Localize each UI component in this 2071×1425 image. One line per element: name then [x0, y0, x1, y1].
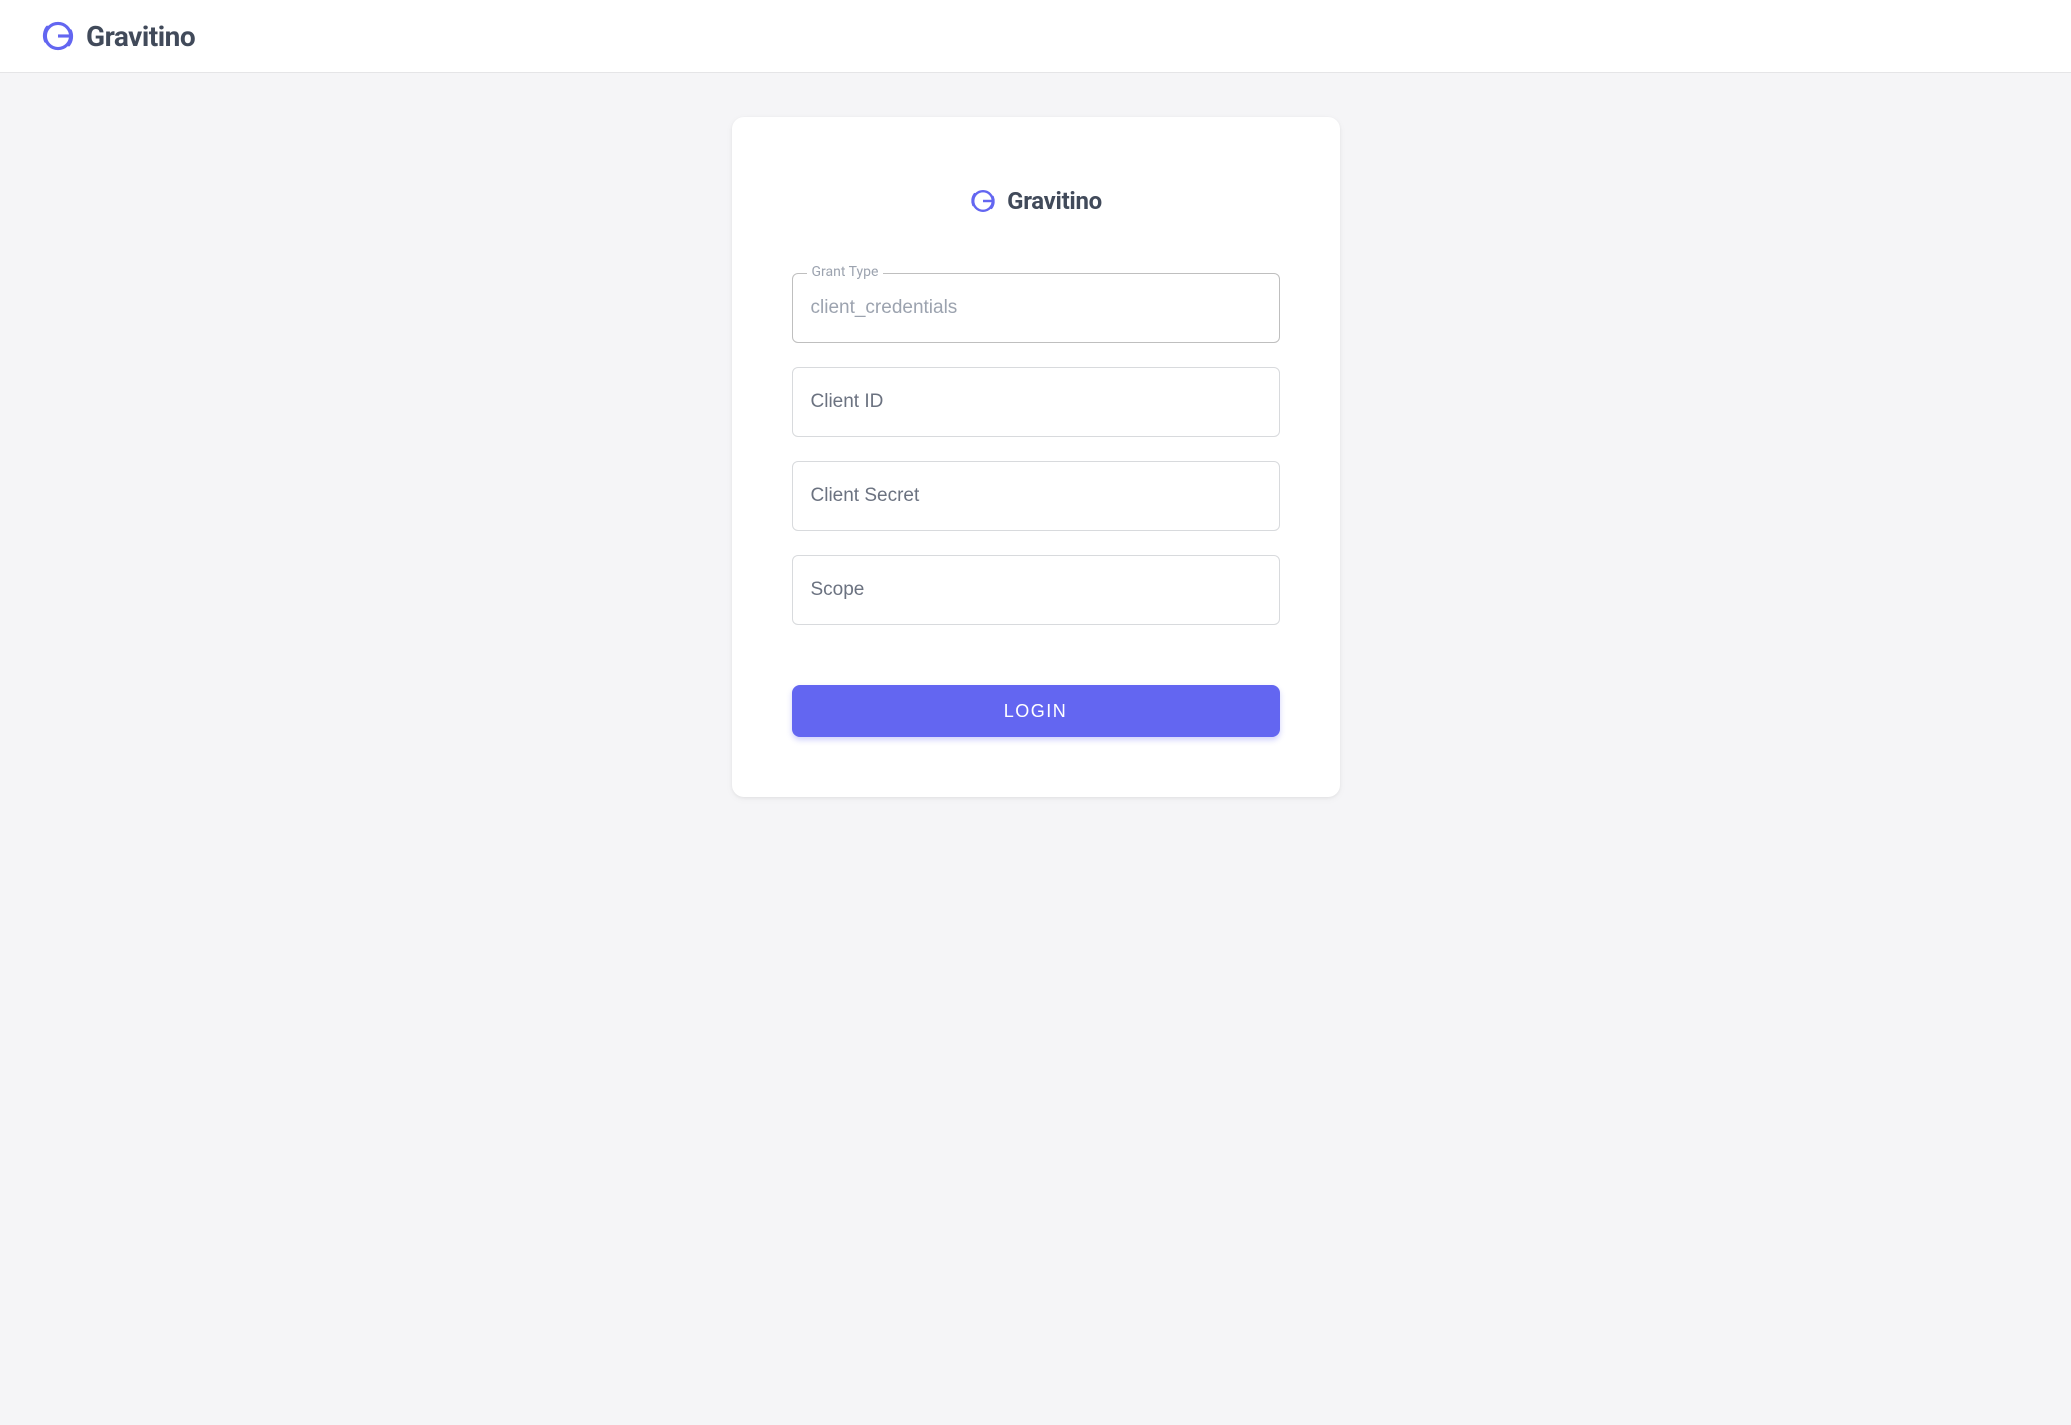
main-content: Gravitino Grant Type LOGIN	[0, 73, 2071, 841]
client-id-field	[792, 367, 1280, 437]
header-brand-text: Gravitino	[86, 20, 195, 53]
card-logo: Gravitino	[792, 187, 1280, 215]
grant-type-field: Grant Type	[792, 273, 1280, 343]
client-id-input[interactable]	[793, 368, 1279, 436]
header-logo: Gravitino	[40, 18, 195, 54]
gravitino-logo-icon	[40, 18, 76, 54]
scope-input[interactable]	[793, 556, 1279, 624]
scope-field	[792, 555, 1280, 625]
client-id-group	[792, 367, 1280, 437]
card-brand-text: Gravitino	[1007, 187, 1102, 215]
gravitino-logo-icon	[969, 187, 997, 215]
login-button[interactable]: LOGIN	[792, 685, 1280, 737]
scope-group	[792, 555, 1280, 625]
grant-type-label: Grant Type	[807, 265, 884, 279]
login-card: Gravitino Grant Type LOGIN	[732, 117, 1340, 797]
client-secret-input[interactable]	[793, 462, 1279, 530]
grant-type-group: Grant Type	[792, 273, 1280, 343]
grant-type-input[interactable]	[793, 274, 1279, 342]
client-secret-group	[792, 461, 1280, 531]
app-header: Gravitino	[0, 0, 2071, 73]
client-secret-field	[792, 461, 1280, 531]
